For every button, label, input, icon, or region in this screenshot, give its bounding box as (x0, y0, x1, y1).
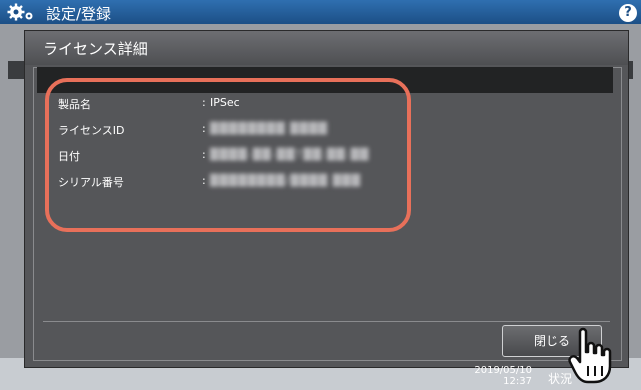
dialog-title: ライセンス詳細 (43, 40, 148, 58)
hand-pointer-icon (568, 327, 612, 384)
annotation-highlight (45, 78, 411, 232)
status-time: 12:37 (503, 376, 532, 387)
dialog-header: ライセンス詳細 (25, 31, 628, 65)
status-date: 2019/05/10 (474, 365, 532, 376)
settings-gear-icon (7, 3, 33, 21)
screen-title: 設定/登録 (46, 5, 112, 23)
help-button[interactable]: ? (619, 4, 637, 22)
status-datetime: 2019/05/10 12:37 (462, 365, 532, 387)
dialog-divider (43, 321, 610, 322)
title-bar: 設定/登録 ? (0, 0, 641, 24)
